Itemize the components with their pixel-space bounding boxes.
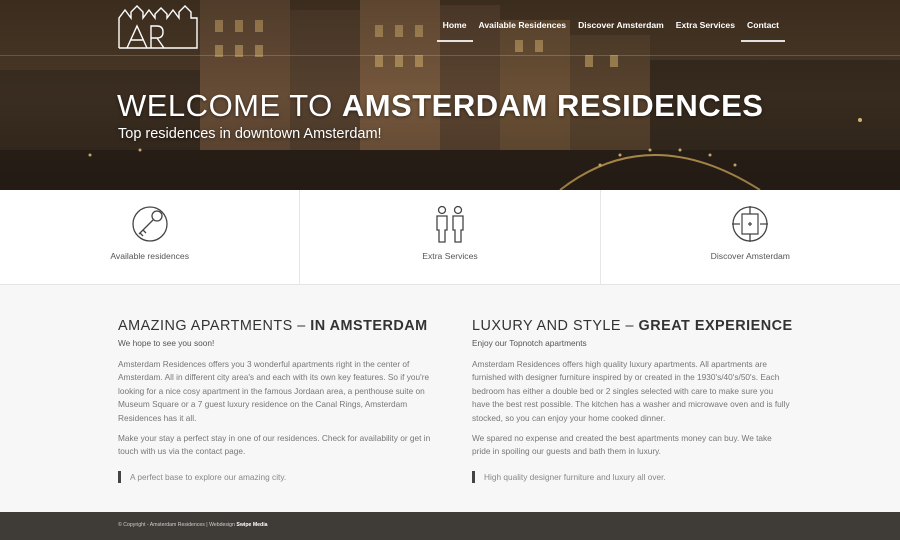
nav-available-residences[interactable]: Available Residences <box>473 20 573 30</box>
nav-contact[interactable]: Contact <box>741 20 785 42</box>
paragraph: We spared no expense and created the bes… <box>472 433 772 457</box>
people-icon <box>436 205 464 243</box>
compass-icon <box>732 206 769 242</box>
heading-bold: IN AMSTERDAM <box>310 318 428 334</box>
feature-available-residences[interactable]: Available residences <box>0 190 301 284</box>
feature-label: Available residences <box>110 251 189 261</box>
feature-extra-services[interactable]: Extra Services <box>300 190 601 284</box>
nav-home[interactable]: Home <box>436 20 473 42</box>
section-heading: AMAZING APARTMENTS – IN AMSTERDAM <box>118 318 438 334</box>
feature-discover-amsterdam[interactable]: Discover Amsterdam <box>601 190 900 284</box>
key-icon <box>132 206 168 242</box>
section-heading: LUXURY AND STYLE – GREAT EXPERIENCE <box>472 318 792 334</box>
blockquote: A perfect base to explore our amazing ci… <box>118 470 438 483</box>
hero-subtitle: Top residences in downtown Amsterdam! <box>118 126 382 142</box>
blockquote: High quality designer furniture and luxu… <box>472 470 792 483</box>
paragraph: Amsterdam Residences offers you 3 wonder… <box>118 359 430 423</box>
paragraph: Amsterdam Residences offers high quality… <box>472 359 790 423</box>
feature-label: Extra Services <box>422 251 478 261</box>
hero-title-light: WELCOME TO <box>117 88 333 123</box>
nav-divider <box>0 55 900 56</box>
paragraph: Make your stay a perfect stay in one of … <box>118 433 431 457</box>
feature-label: Discover Amsterdam <box>710 251 790 261</box>
footer-copyright: © Copyright - Amsterdam Residences | Web… <box>118 522 268 528</box>
section-tagline: We hope to see you soon! <box>118 338 215 348</box>
footer: © Copyright - Amsterdam Residences | Web… <box>0 512 900 540</box>
content-column-right: LUXURY AND STYLE – GREAT EXPERIENCE Enjo… <box>472 318 792 483</box>
amsterdam-residences-logo[interactable] <box>117 4 199 50</box>
heading-light: LUXURY AND STYLE – <box>472 318 635 334</box>
heading-light: AMAZING APARTMENTS – <box>118 318 306 334</box>
feature-row: Available residences Extra Services Disc… <box>0 190 900 285</box>
heading-bold: GREAT EXPERIENCE <box>638 318 793 334</box>
hero-title: WELCOME TO AMSTERDAM RESIDENCES <box>117 88 764 124</box>
main-navigation: Home Available Residences Discover Amste… <box>436 20 785 42</box>
nav-extra-services[interactable]: Extra Services <box>670 20 741 30</box>
webdesign-credit-link[interactable]: Swipe Media <box>236 522 267 528</box>
hero-banner: Home Available Residences Discover Amste… <box>0 0 900 190</box>
copyright-text: © Copyright - Amsterdam Residences | Web… <box>118 522 235 528</box>
content-column-left: AMAZING APARTMENTS – IN AMSTERDAM We hop… <box>118 318 438 483</box>
nav-discover-amsterdam[interactable]: Discover Amsterdam <box>572 20 670 30</box>
section-tagline: Enjoy our Topnotch apartments <box>472 338 587 348</box>
hero-title-bold: AMSTERDAM RESIDENCES <box>341 88 764 123</box>
